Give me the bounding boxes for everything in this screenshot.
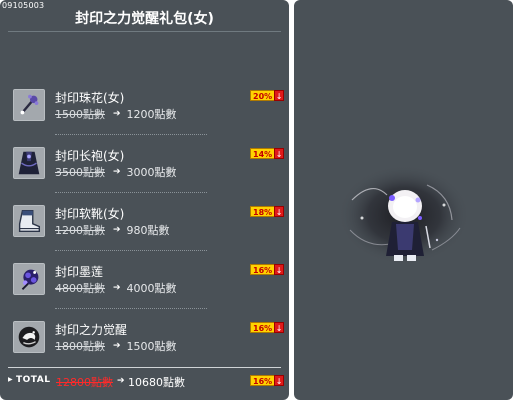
item-name: 封印之力觉醒 — [55, 323, 128, 337]
total-label: TOTAL — [16, 375, 51, 385]
arrow-down-icon: ↓ — [274, 90, 285, 101]
arrow-down-icon: ↓ — [274, 322, 285, 333]
package-item-awakening[interactable]: 封印之力觉醒 1800點數 ➔ 1500點數 16% ↓ — [0, 321, 289, 373]
row-divider — [55, 250, 207, 251]
discount-percent: 16% — [250, 322, 275, 333]
row-divider — [55, 308, 207, 309]
discount-percent: 16% — [250, 264, 275, 275]
item-prices: 3500點數 ➔ 3000點數 — [55, 164, 177, 180]
discount-badge: 20% ↓ — [250, 90, 285, 101]
arrow-down-icon: ↓ — [274, 264, 285, 275]
discount-badge: 16% ↓ — [250, 322, 285, 333]
discount-badge: 18% ↓ — [250, 206, 285, 217]
total-divider — [8, 367, 281, 368]
bullet-icon: ▶ — [8, 376, 13, 383]
package-title: 封印之力觉醒礼包(女) — [75, 11, 214, 27]
discount-badge: 14% ↓ — [250, 148, 285, 159]
original-price: 3500點數 — [55, 166, 105, 179]
boots-icon — [13, 205, 45, 237]
original-price: 1800點數 — [55, 340, 105, 353]
original-price: 1200點數 — [55, 224, 105, 237]
robe-icon — [13, 147, 45, 179]
character-preview-icon — [332, 160, 472, 270]
arrow-right-icon: ➔ — [113, 283, 121, 293]
discount-badge: 16% ↓ — [250, 264, 285, 275]
discount-percent: 14% — [250, 148, 275, 159]
row-divider — [55, 134, 207, 135]
discount-percent: 20% — [250, 90, 275, 101]
arrow-right-icon: ➔ — [113, 341, 121, 351]
arrow-right-icon: ➔ — [113, 109, 121, 119]
item-name: 封印珠花(女) — [55, 91, 125, 105]
awakening-icon — [13, 321, 45, 353]
item-prices: 1800點數 ➔ 1500點數 — [55, 338, 177, 354]
hairpin-icon — [13, 89, 45, 121]
discount-badge: 16% ↓ — [250, 375, 285, 386]
item-prices: 4800點數 ➔ 4000點數 — [55, 280, 177, 296]
sale-price: 3000點數 — [126, 166, 177, 179]
total-row: ▶ TOTAL 12800點數 ➔ 10680點數 16% ↓ — [0, 372, 289, 392]
arrow-right-icon: ➔ — [113, 225, 121, 235]
sale-price: 1500點數 — [126, 340, 177, 353]
arrow-right-icon: ➔ — [117, 376, 125, 386]
item-name: 封印软靴(女) — [55, 207, 125, 221]
item-name: 封印墨莲 — [55, 265, 104, 279]
original-price: 1500點數 — [55, 108, 105, 121]
package-contents-panel: 09105003 封印之力觉醒礼包(女) 封印珠花(女) 1500點數 ➔ 12… — [0, 0, 289, 400]
total-original-price: 12800點數 — [56, 376, 113, 389]
total-sale-price: 10680點數 — [128, 376, 185, 389]
item-prices: 1200點數 ➔ 980點數 — [55, 222, 170, 238]
item-name: 封印长袍(女) — [55, 149, 125, 163]
sale-price: 1200點數 — [126, 108, 177, 121]
row-divider — [55, 192, 207, 193]
discount-percent: 16% — [250, 375, 275, 386]
title-divider — [8, 31, 281, 32]
item-prices: 1500點數 ➔ 1200點數 — [55, 106, 177, 122]
lotus-icon — [13, 263, 45, 295]
arrow-down-icon: ↓ — [274, 148, 285, 159]
arrow-down-icon: ↓ — [274, 206, 285, 217]
original-price: 4800點數 — [55, 282, 105, 295]
arrow-down-icon: ↓ — [274, 375, 285, 386]
arrow-right-icon: ➔ — [113, 167, 121, 177]
sale-price: 980點數 — [126, 224, 170, 237]
sale-price: 4000點數 — [126, 282, 177, 295]
discount-percent: 18% — [250, 206, 275, 217]
